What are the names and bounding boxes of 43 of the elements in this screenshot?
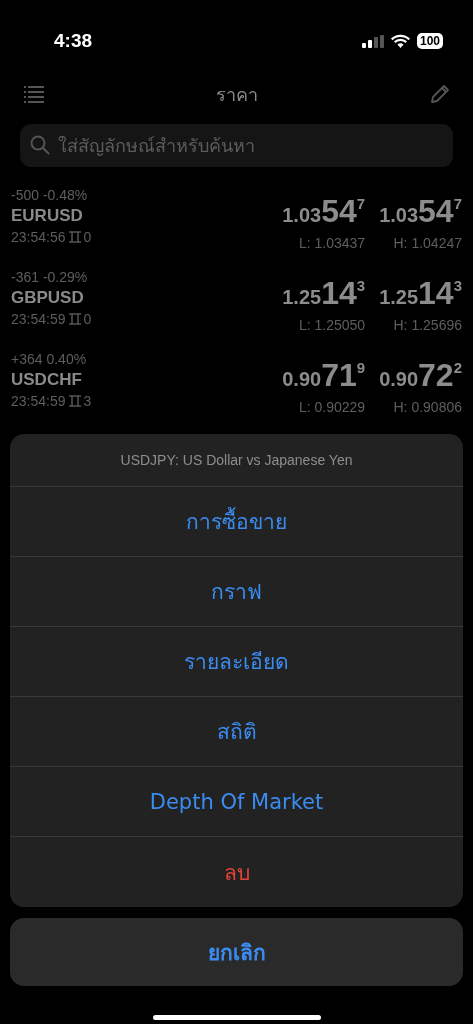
quote-time: 23:54:59 — [11, 393, 66, 409]
sheet-title: USDJPY: US Dollar vs Japanese Yen — [10, 434, 463, 487]
spread-value: 3 — [83, 393, 92, 409]
high-price: H: 0.90806 — [393, 399, 462, 415]
cancel-button[interactable]: ยกเลิก — [10, 918, 463, 986]
ask-price: 1.0354$^{7}$ — [379, 195, 462, 231]
high-price: H: 1.25696 — [393, 317, 462, 333]
symbol-name: GBPUSD — [11, 288, 85, 308]
price-change: +364 0.40% — [11, 351, 88, 367]
price-change: -361 -0.29% — [11, 269, 89, 285]
action-button[interactable]: ลบ — [10, 837, 463, 907]
symbol-name: EURUSD — [11, 206, 84, 226]
spread-icon — [68, 395, 81, 407]
ask-price: 0.9072$^{2}$ — [379, 359, 462, 395]
price-change: -500 -0.48% — [11, 187, 89, 203]
ask-price: 1.2514$^{3}$ — [379, 277, 462, 313]
symbol-name: USDCHF — [11, 370, 83, 390]
action-button[interactable]: Depth Of Market — [10, 767, 463, 837]
action-button[interactable]: สถิติ — [10, 697, 463, 767]
page-title: ราคา — [215, 82, 258, 107]
spread-icon — [68, 313, 81, 325]
bid-price: 0.9071$^{9}$ — [282, 359, 366, 395]
low-price: L: 0.90229 — [298, 399, 366, 415]
wifi-icon — [390, 34, 410, 48]
spread-value: 0 — [83, 311, 92, 327]
search-field[interactable]: ใส่สัญลักษณ์สำหรับค้นหา — [20, 124, 453, 167]
pencil-icon[interactable] — [429, 83, 451, 105]
spread-value: 0 — [83, 229, 92, 245]
status-time: 4:38 — [54, 30, 93, 52]
bid-price: 1.2514$^{3}$ — [282, 277, 366, 313]
action-button[interactable]: รายละเอียด — [10, 627, 463, 697]
action-button[interactable]: กราฟ — [10, 557, 463, 627]
low-price: L: 1.25050 — [298, 317, 366, 333]
battery-level: 100 — [416, 33, 443, 49]
low-price: L: 1.03437 — [298, 235, 366, 251]
action-button[interactable]: การซื้อขาย — [10, 487, 463, 557]
bid-price: 1.0354$^{7}$ — [282, 195, 366, 231]
signal-icon — [361, 34, 384, 48]
list-icon[interactable] — [24, 84, 44, 104]
quote-time: 23:54:59 — [11, 311, 66, 327]
quote-time: 23:54:56 — [11, 229, 66, 245]
spread-icon — [68, 231, 81, 243]
high-price: H: 1.04247 — [393, 235, 462, 251]
